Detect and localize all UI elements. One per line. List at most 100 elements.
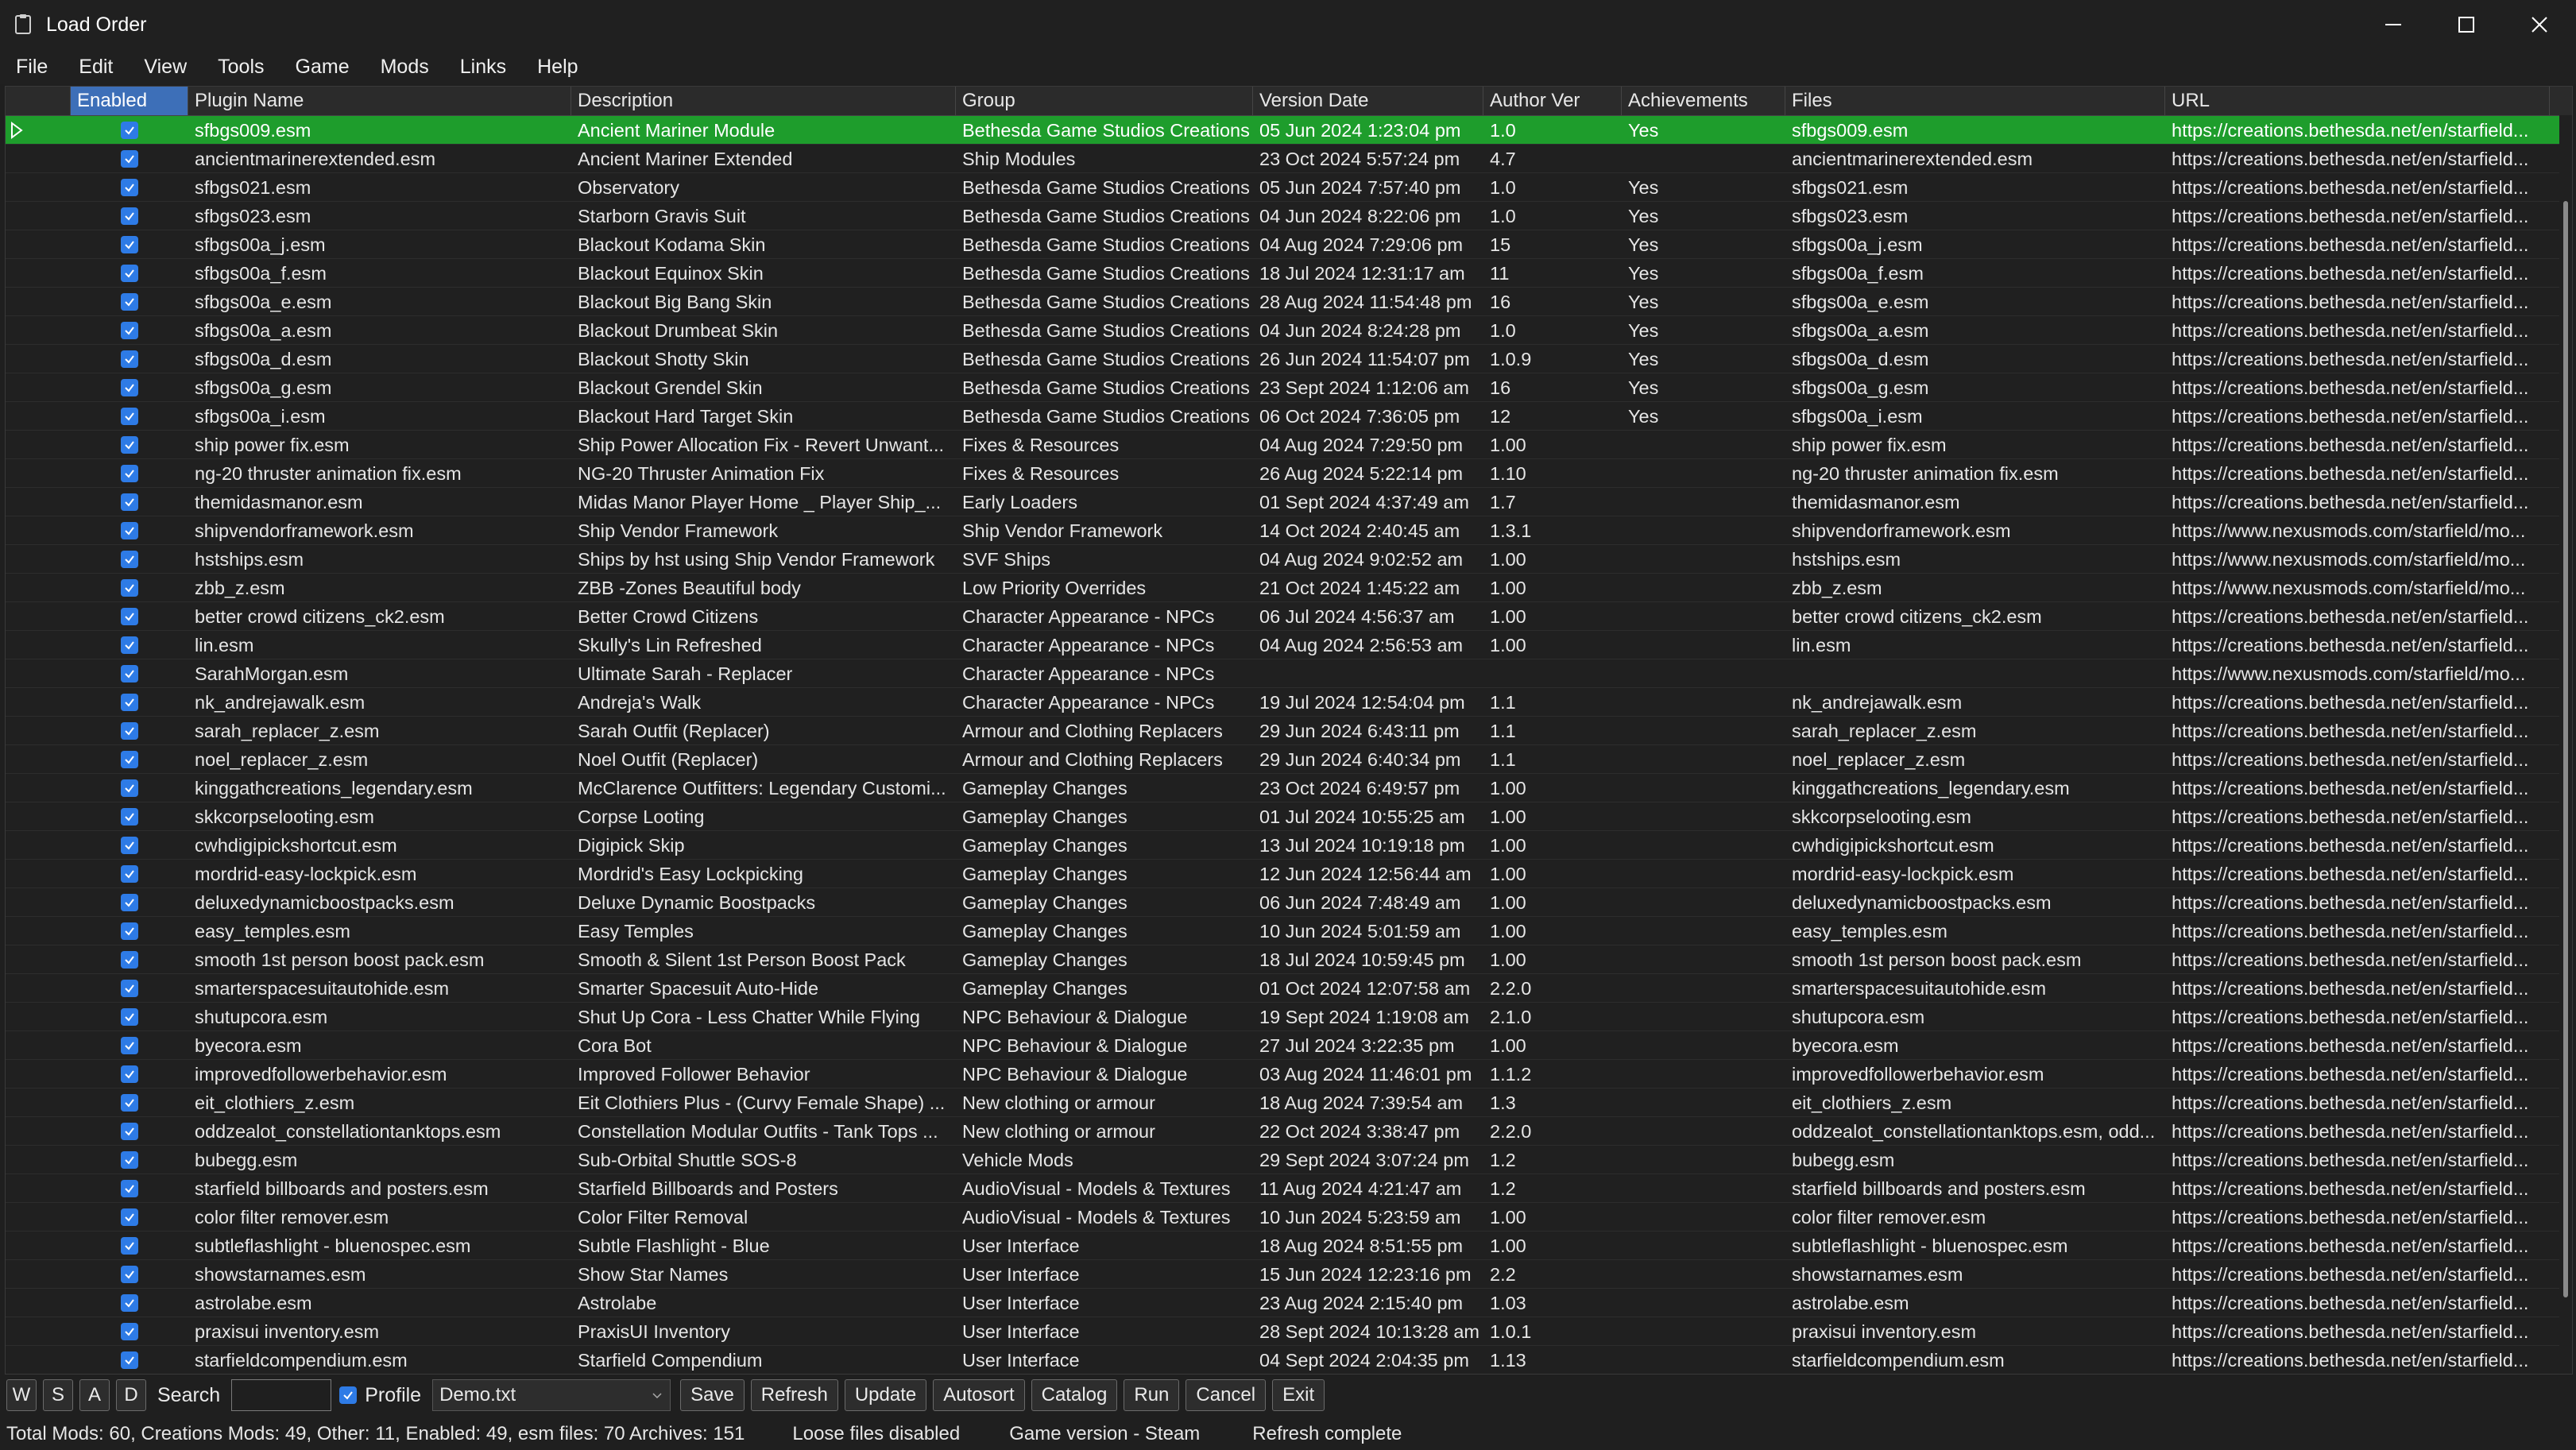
table-row[interactable]: zbb_z.esm ZBB -Zones Beautiful body Low Pr… <box>6 574 2559 602</box>
table-row[interactable]: eit_clothiers_z.esm Eit Clothiers Plus - … <box>6 1088 2559 1117</box>
table-row[interactable]: praxisui inventory.esm PraxisUI Inventory… <box>6 1317 2559 1346</box>
update-button[interactable]: Update <box>844 1379 927 1411</box>
table-row[interactable]: byecora.esm Cora Bot NPC Behaviour & Dialo… <box>6 1031 2559 1060</box>
load-order-grid[interactable]: Enabled Plugin Name Description Group Ve… <box>5 86 2573 1375</box>
enabled-checkbox[interactable] <box>121 121 138 139</box>
table-row[interactable]: sfbgs00a_e.esm Blackout Big Bang Skin Beth… <box>6 288 2559 316</box>
row-indicator-cell[interactable] <box>6 459 71 488</box>
row-indicator-cell[interactable] <box>6 917 71 945</box>
row-indicator-cell[interactable] <box>6 288 71 316</box>
enabled-checkbox[interactable] <box>121 321 138 339</box>
table-row[interactable]: noel_replacer_z.esm Noel Outfit (Replacer… <box>6 745 2559 774</box>
row-indicator-cell[interactable] <box>6 1203 71 1232</box>
enabled-checkbox[interactable] <box>121 1150 138 1169</box>
table-row[interactable]: ship power fix.esm Ship Power Allocation … <box>6 431 2559 459</box>
enabled-checkbox[interactable] <box>121 807 138 826</box>
row-indicator-cell[interactable] <box>6 717 71 745</box>
close-button[interactable] <box>2503 0 2576 49</box>
enabled-checkbox[interactable] <box>121 1322 138 1340</box>
table-row[interactable]: smooth 1st person boost pack.esm Smooth &… <box>6 945 2559 974</box>
table-row[interactable]: oddzealot_constellationtanktops.esm Const… <box>6 1117 2559 1146</box>
menu-mods[interactable]: Mods <box>365 56 444 79</box>
table-row[interactable]: hstships.esm Ships by hst using Ship Vend… <box>6 545 2559 574</box>
enabled-checkbox[interactable] <box>121 1093 138 1112</box>
d-button[interactable]: D <box>116 1379 146 1411</box>
column-header-files[interactable]: Files <box>1785 87 2165 115</box>
table-row[interactable]: sfbgs021.esm Observatory Bethesda Game Stu… <box>6 173 2559 202</box>
table-row[interactable]: themidasmanor.esm Midas Manor Player Home… <box>6 488 2559 516</box>
menu-tools[interactable]: Tools <box>202 56 279 79</box>
autosort-button[interactable]: Autosort <box>933 1379 1025 1411</box>
column-header-group[interactable]: Group <box>956 87 1253 115</box>
table-row[interactable]: shipvendorframework.esm Ship Vendor Frame… <box>6 516 2559 545</box>
row-indicator-cell[interactable] <box>6 1317 71 1346</box>
row-indicator-cell[interactable] <box>6 659 71 688</box>
enabled-checkbox[interactable] <box>121 178 138 196</box>
row-indicator-cell[interactable] <box>6 1146 71 1174</box>
enabled-checkbox[interactable] <box>121 1036 138 1054</box>
row-indicator-cell[interactable] <box>6 774 71 802</box>
row-indicator-cell[interactable] <box>6 945 71 974</box>
row-indicator-cell[interactable] <box>6 1346 71 1375</box>
column-header-url[interactable]: URL <box>2165 87 2550 115</box>
table-row[interactable]: sfbgs00a_i.esm Blackout Hard Target Skin B… <box>6 402 2559 431</box>
enabled-checkbox[interactable] <box>121 1208 138 1226</box>
table-row[interactable]: kinggathcreations_legendary.esm McClarenc… <box>6 774 2559 802</box>
enabled-checkbox[interactable] <box>121 264 138 282</box>
table-row[interactable]: bubegg.esm Sub-Orbital Shuttle SOS-8 Vehic… <box>6 1146 2559 1174</box>
row-indicator-cell[interactable] <box>6 974 71 1003</box>
column-header-achievements[interactable]: Achievements <box>1622 87 1785 115</box>
table-row[interactable]: lin.esm Skully's Lin Refreshed Character A… <box>6 631 2559 659</box>
catalog-button[interactable]: Catalog <box>1031 1379 1118 1411</box>
exit-button[interactable]: Exit <box>1272 1379 1325 1411</box>
enabled-checkbox[interactable] <box>121 864 138 883</box>
menu-edit[interactable]: Edit <box>63 56 128 79</box>
enabled-checkbox[interactable] <box>121 464 138 482</box>
table-row[interactable]: sarah_replacer_z.esm Sarah Outfit (Replac… <box>6 717 2559 745</box>
enabled-checkbox[interactable] <box>121 578 138 597</box>
row-indicator-cell[interactable] <box>6 1088 71 1117</box>
row-indicator-cell[interactable] <box>6 173 71 202</box>
enabled-checkbox[interactable] <box>121 149 138 168</box>
row-indicator-cell[interactable] <box>6 1031 71 1060</box>
row-indicator-cell[interactable] <box>6 1003 71 1031</box>
row-indicator-cell[interactable] <box>6 488 71 516</box>
enabled-checkbox[interactable] <box>121 435 138 454</box>
table-row[interactable]: improvedfollowerbehavior.esm Improved Fol… <box>6 1060 2559 1088</box>
enabled-checkbox[interactable] <box>121 950 138 969</box>
enabled-checkbox[interactable] <box>121 607 138 625</box>
row-indicator-cell[interactable] <box>6 602 71 631</box>
refresh-button[interactable]: Refresh <box>750 1379 838 1411</box>
cancel-button[interactable]: Cancel <box>1186 1379 1267 1411</box>
table-row[interactable]: skkcorpselooting.esm Corpse Looting Gamepl… <box>6 802 2559 831</box>
row-indicator-cell[interactable] <box>6 631 71 659</box>
menu-links[interactable]: Links <box>444 56 521 79</box>
vertical-scrollbar[interactable] <box>2559 115 2572 1374</box>
row-indicator-cell[interactable] <box>6 1289 71 1317</box>
enabled-checkbox[interactable] <box>121 979 138 997</box>
table-row[interactable]: sfbgs023.esm Starborn Gravis Suit Bethesda… <box>6 202 2559 230</box>
profile-select[interactable]: Demo.txt <box>432 1379 671 1411</box>
table-row[interactable]: ancientmarinerextended.esm Ancient Marine… <box>6 145 2559 173</box>
row-indicator-cell[interactable] <box>6 1232 71 1260</box>
menu-file[interactable]: File <box>0 56 63 79</box>
table-row[interactable]: mordrid-easy-lockpick.esm Mordrid's Easy … <box>6 860 2559 888</box>
minimize-button[interactable] <box>2357 0 2430 49</box>
profile-checkbox[interactable] <box>339 1386 358 1404</box>
table-row[interactable]: cwhdigipickshortcut.esm Digipick Skip Game… <box>6 831 2559 860</box>
table-row[interactable]: smarterspacesuitautohide.esm Smarter Spac… <box>6 974 2559 1003</box>
save-button[interactable]: Save <box>680 1379 745 1411</box>
table-row[interactable]: shutupcora.esm Shut Up Cora - Less Chatte… <box>6 1003 2559 1031</box>
table-row[interactable]: deluxedynamicboostpacks.esm Deluxe Dynami… <box>6 888 2559 917</box>
enabled-checkbox[interactable] <box>121 550 138 568</box>
column-header-indicator[interactable] <box>6 87 71 115</box>
enabled-checkbox[interactable] <box>121 1293 138 1312</box>
enabled-checkbox[interactable] <box>121 350 138 368</box>
enabled-checkbox[interactable] <box>121 378 138 396</box>
enabled-checkbox[interactable] <box>121 1007 138 1026</box>
enabled-checkbox[interactable] <box>121 693 138 711</box>
table-row[interactable]: sfbgs009.esm Ancient Mariner Module Bethes… <box>6 116 2559 145</box>
table-row[interactable]: sfbgs00a_d.esm Blackout Shotty Skin Bethes… <box>6 345 2559 373</box>
enabled-checkbox[interactable] <box>121 1265 138 1283</box>
table-row[interactable]: starfield billboards and posters.esm Star… <box>6 1174 2559 1203</box>
